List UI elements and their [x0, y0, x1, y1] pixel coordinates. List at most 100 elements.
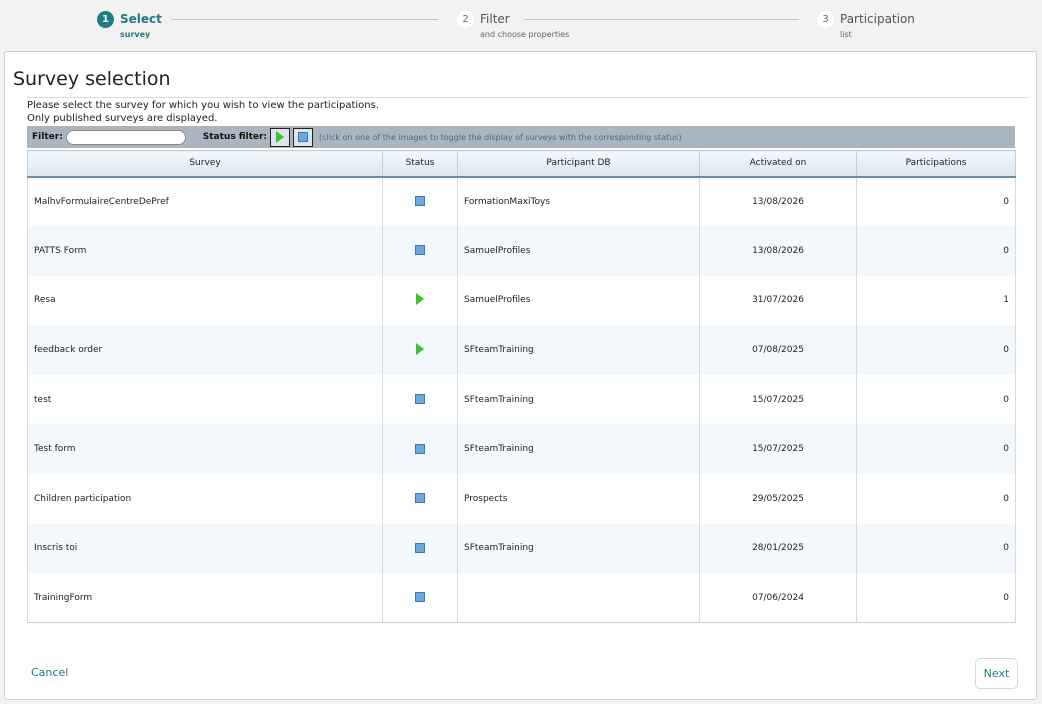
column-header-activated-on[interactable]: Activated on — [699, 150, 857, 178]
status-indicator — [413, 194, 427, 208]
step-subtitle: survey — [120, 30, 151, 39]
stop-icon — [415, 196, 425, 207]
step-connector — [171, 19, 438, 20]
cell-participations: 0 — [856, 523, 1016, 574]
table-row[interactable]: Resa SamuelProfiles 31/07/2026 1 — [27, 275, 1016, 326]
cell-survey[interactable]: Test form — [27, 424, 383, 475]
cell-participant-db: SFteamTraining — [457, 374, 700, 425]
cell-survey[interactable]: feedback order — [27, 325, 383, 375]
cell-participations: 0 — [856, 374, 1016, 425]
status-indicator — [413, 590, 427, 604]
filter-input[interactable] — [65, 129, 186, 145]
cell-survey[interactable]: PATTS Form — [27, 226, 383, 276]
cell-survey[interactable]: test — [27, 374, 383, 425]
cell-activated-on: 13/08/2026 — [699, 226, 857, 276]
cell-participations: 0 — [856, 325, 1016, 375]
cell-participant-db: SFteamTraining — [457, 325, 700, 375]
stop-icon — [415, 443, 425, 454]
cell-activated-on: 28/01/2025 — [699, 523, 857, 574]
cell-survey[interactable]: Inscris toi — [27, 523, 383, 574]
table-row[interactable]: Inscris toi SFteamTraining 28/01/2025 0 — [27, 523, 1016, 574]
cancel-button[interactable]: Cancel — [31, 666, 68, 679]
cell-participations: 0 — [856, 424, 1016, 475]
intro-line-1: Please select the survey for which you w… — [27, 100, 380, 111]
status-filter-running-button[interactable] — [270, 127, 291, 147]
table-row[interactable]: feedback order SFteamTraining 07/08/2025 0 — [27, 325, 1016, 375]
cell-participant-db: SFteamTraining — [457, 424, 700, 475]
stop-icon — [415, 542, 425, 553]
column-header-participations[interactable]: Participations — [856, 150, 1016, 178]
wizard-step-participation: 3 Participation list — [817, 11, 915, 41]
next-button[interactable]: Next — [975, 658, 1018, 689]
cell-status — [382, 474, 458, 524]
cell-activated-on: 31/07/2026 — [699, 275, 857, 326]
status-indicator — [413, 541, 427, 555]
step-title: Select — [120, 12, 162, 26]
stop-icon — [415, 493, 425, 504]
status-filter-hint: (click on one of the images to toggle th… — [319, 132, 682, 142]
step-number: 3 — [817, 11, 834, 28]
table-row[interactable]: Test form SFteamTraining 15/07/2025 0 — [27, 424, 1016, 475]
cell-activated-on: 15/07/2025 — [699, 424, 857, 475]
table-row[interactable]: MalhvFormulaireCentreDePref FormationMaxi… — [27, 176, 1016, 227]
cell-activated-on: 07/08/2025 — [699, 325, 857, 375]
stop-icon — [298, 132, 309, 142]
cell-status — [382, 275, 458, 326]
cell-status — [382, 226, 458, 276]
table-row[interactable]: PATTS Form SamuelProfiles 13/08/2026 0 — [27, 226, 1016, 276]
play-icon — [416, 343, 424, 356]
status-indicator — [413, 342, 427, 356]
status-indicator — [413, 491, 427, 505]
cell-participations: 0 — [856, 573, 1016, 624]
intro-line-2: Only published surveys are displayed. — [27, 113, 218, 124]
step-subtitle: and choose properties — [480, 30, 570, 39]
table-row[interactable]: TrainingForm 07/06/2024 0 — [27, 573, 1016, 624]
wizard-step-filter: 2 Filter and choose properties — [457, 11, 569, 41]
table-header-row: Survey Status Participant DB Activated o… — [27, 150, 1016, 178]
column-header-status[interactable]: Status — [382, 150, 458, 178]
filter-bar: Filter: Status filter: (click on one of … — [27, 126, 1015, 148]
cell-survey[interactable]: TrainingForm — [27, 573, 383, 624]
status-indicator — [413, 292, 427, 306]
cell-participant-db: FormationMaxiToys — [457, 176, 700, 227]
cell-participations: 0 — [856, 176, 1016, 227]
cell-participant-db — [457, 573, 700, 624]
play-icon — [416, 293, 424, 306]
cell-activated-on: 07/06/2024 — [699, 573, 857, 624]
status-filter-label: Status filter: — [202, 132, 268, 142]
cell-participant-db: SamuelProfiles — [457, 226, 700, 276]
cell-participant-db: SFteamTraining — [457, 523, 700, 574]
stop-icon — [415, 245, 425, 256]
step-number: 1 — [97, 11, 114, 28]
status-indicator — [413, 392, 427, 406]
wizard-step-select: 1 Select survey — [97, 11, 162, 41]
step-title: Participation — [840, 12, 915, 26]
cell-participations: 1 — [856, 275, 1016, 326]
play-icon — [276, 131, 285, 143]
cell-status — [382, 424, 458, 475]
table-row[interactable]: Children participation Prospects 29/05/202… — [27, 474, 1016, 524]
cell-activated-on: 29/05/2025 — [699, 474, 857, 524]
cell-survey[interactable]: Children participation — [27, 474, 383, 524]
filter-label: Filter: — [32, 132, 63, 142]
page-title: Survey selection — [13, 68, 171, 90]
stop-icon — [415, 394, 425, 405]
column-header-survey[interactable]: Survey — [27, 150, 383, 178]
cell-survey[interactable]: MalhvFormulaireCentreDePref — [27, 176, 383, 227]
status-filter-stopped-button[interactable] — [293, 127, 314, 147]
step-connector — [524, 19, 799, 20]
table-row[interactable]: test SFteamTraining 15/07/2025 0 — [27, 374, 1016, 425]
cell-survey[interactable]: Resa — [27, 275, 383, 326]
cell-participant-db: SamuelProfiles — [457, 275, 700, 326]
cell-activated-on: 13/08/2026 — [699, 176, 857, 227]
cell-status — [382, 573, 458, 624]
stop-icon — [415, 592, 425, 603]
wizard-steps: 1 Select survey 2 Filter and choose prop… — [0, 0, 1042, 48]
column-header-participant-db[interactable]: Participant DB — [457, 150, 700, 178]
cell-participant-db: Prospects — [457, 474, 700, 524]
survey-table: Survey Status Participant DB Activated o… — [27, 150, 1016, 624]
cell-status — [382, 523, 458, 574]
cell-activated-on: 15/07/2025 — [699, 374, 857, 425]
cell-participations: 0 — [856, 226, 1016, 276]
step-number: 2 — [457, 11, 474, 28]
